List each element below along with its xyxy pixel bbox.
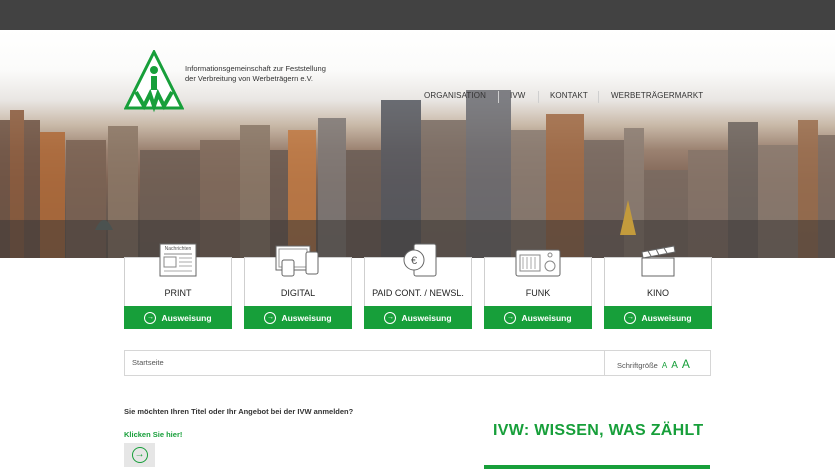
- ausweisung-button-funk[interactable]: → Ausweisung: [484, 306, 592, 329]
- breadcrumb-current[interactable]: Startseite: [132, 358, 164, 367]
- font-size-control: Schriftgröße A A A: [617, 357, 690, 371]
- font-size-medium[interactable]: A: [671, 360, 678, 371]
- ausweisung-button-kino[interactable]: → Ausweisung: [604, 306, 712, 329]
- devices-icon: [275, 245, 319, 277]
- register-arrow-button[interactable]: →: [124, 443, 155, 467]
- card-paid-content[interactable]: € PAID CONT. / NEWSL. → Ausweisung: [364, 232, 472, 329]
- top-bar: [0, 0, 835, 30]
- slogan-heading: IVW: WISSEN, WAS ZÄHLT: [493, 422, 704, 439]
- button-label: Ausweisung: [281, 312, 332, 323]
- card-label: KINO: [646, 288, 669, 298]
- green-accent-bar: [484, 465, 710, 469]
- organization-name: Informationsgemeinschaft zur Feststellun…: [185, 64, 365, 84]
- svg-text:€: €: [411, 255, 417, 267]
- arrow-right-circle-icon: →: [624, 311, 637, 324]
- nav-ivw[interactable]: IVW: [510, 91, 525, 100]
- nav-separator: [498, 91, 499, 103]
- card-label: PRINT: [164, 288, 192, 298]
- button-label: Ausweisung: [401, 312, 452, 323]
- nav-separator: [598, 91, 599, 103]
- ivw-logo: [124, 50, 184, 113]
- nav-organisation[interactable]: ORGANISATION: [424, 91, 486, 100]
- nav-kontakt[interactable]: KONTAKT: [550, 91, 588, 100]
- arrow-right-circle-icon: →: [144, 311, 157, 324]
- button-label: Ausweisung: [641, 312, 692, 323]
- radio-icon: [515, 249, 561, 277]
- newspaper-icon: Nachrichten: [159, 243, 197, 277]
- svg-text:Nachrichten: Nachrichten: [165, 246, 192, 252]
- arrow-right-circle-icon: →: [504, 311, 517, 324]
- font-size-label: Schriftgröße: [617, 361, 658, 370]
- header-hero: Informationsgemeinschaft zur Feststellun…: [0, 30, 835, 258]
- card-print[interactable]: Nachrichten PRINT → Ausweisung: [124, 232, 232, 329]
- card-digital[interactable]: DIGITAL → Ausweisung: [244, 232, 352, 329]
- ausweisung-button-paid-content[interactable]: → Ausweisung: [364, 306, 472, 329]
- button-label: Ausweisung: [521, 312, 572, 323]
- breadcrumb: Startseite Schriftgröße A A A: [124, 350, 711, 376]
- card-label: FUNK: [525, 288, 551, 298]
- arrow-right-circle-icon: →: [264, 311, 277, 324]
- nav-werbetraegermarkt[interactable]: WERBETRÄGERMARKT: [611, 91, 703, 100]
- arrow-right-circle-icon: →: [384, 311, 397, 324]
- ausweisung-button-digital[interactable]: → Ausweisung: [244, 306, 352, 329]
- register-question: Sie möchten Ihren Titel oder Ihr Angebot…: [124, 407, 354, 416]
- org-name-line-2: der Verbreitung von Werbeträgern e.V.: [185, 74, 313, 83]
- font-size-large[interactable]: A: [682, 357, 690, 371]
- ausweisung-button-print[interactable]: → Ausweisung: [124, 306, 232, 329]
- nav-separator: [538, 91, 539, 103]
- button-label: Ausweisung: [161, 312, 212, 323]
- arrow-right-circle-icon: →: [131, 447, 148, 463]
- org-name-line-1: Informationsgemeinschaft zur Feststellun…: [185, 64, 326, 73]
- card-kino[interactable]: KINO → Ausweisung: [604, 232, 712, 329]
- card-funk[interactable]: FUNK → Ausweisung: [484, 232, 592, 329]
- euro-icon: €: [403, 243, 437, 277]
- clapperboard-icon: [641, 245, 676, 277]
- register-link[interactable]: Klicken Sie hier!: [124, 430, 182, 439]
- card-label: PAID CONT. / NEWSL.: [372, 288, 464, 298]
- font-size-small[interactable]: A: [662, 361, 667, 370]
- divider: [604, 351, 605, 375]
- card-label: DIGITAL: [280, 288, 316, 298]
